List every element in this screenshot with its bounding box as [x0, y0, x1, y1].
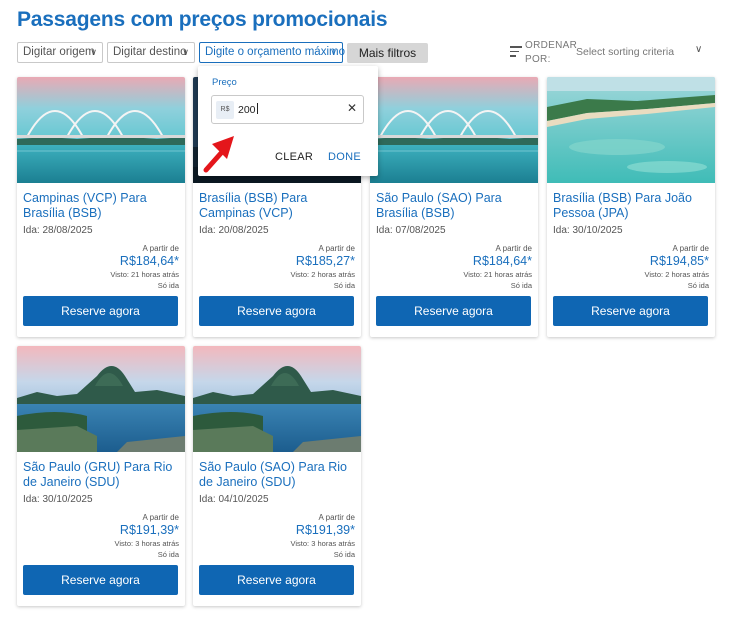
price-prefix: A partir de [318, 244, 355, 253]
price-value: R$184,64* [119, 254, 179, 268]
sort-icon [510, 46, 522, 57]
price-prefix: A partir de [672, 244, 709, 253]
price-value: R$194,85* [649, 254, 709, 268]
destination-image [193, 346, 361, 452]
seen-time: Visto: 3 horas atrás [290, 539, 355, 548]
trip-type: Só ida [687, 281, 709, 290]
destination-filter-label: Digitar destino [113, 46, 187, 58]
trip-type: Só ida [333, 281, 355, 290]
price-prefix: A partir de [142, 513, 179, 522]
deal-card: Brasília (BSB) Para João Pessoa (JPA) Ida… [547, 77, 715, 337]
departure-date: Ida: 28/08/2025 [23, 225, 93, 236]
price-prefix: A partir de [495, 244, 532, 253]
chevron-down-icon: ∨ [90, 47, 97, 57]
text-caret [256, 103, 258, 114]
price-input-value: 200 [238, 104, 256, 116]
reserve-button[interactable]: Reserve agora [23, 565, 178, 595]
seen-time: Visto: 2 horas atrás [290, 270, 355, 279]
seen-time: Visto: 2 horas atrás [644, 270, 709, 279]
origin-filter-label: Digitar origem [23, 46, 95, 58]
deal-card: São Paulo (SAO) Para Brasília (BSB) Ida: … [370, 77, 538, 337]
price-label: Preço [212, 77, 237, 88]
seen-time: Visto: 21 horas atrás [110, 270, 179, 279]
price-value: R$191,39* [295, 523, 355, 537]
budget-filter[interactable]: Digite o orçamento máximo ∨ [199, 42, 345, 63]
page-title: Passagens com preços promocionais [17, 8, 388, 31]
departure-date: Ida: 30/10/2025 [23, 494, 93, 505]
deal-card: Campinas (VCP) Para Brasília (BSB) Ida: 2… [17, 77, 185, 337]
chevron-down-icon: ∨ [182, 47, 189, 57]
destination-filter[interactable]: Digitar destino ∨ [107, 42, 195, 63]
clear-button[interactable]: CLEAR [275, 151, 313, 163]
route-title[interactable]: Brasília (BSB) Para Campinas (VCP) [199, 191, 357, 221]
price-prefix: A partir de [142, 244, 179, 253]
price-input[interactable]: R$ 200 ✕ [211, 95, 364, 124]
trip-type: Só ida [333, 550, 355, 559]
price-value: R$185,27* [295, 254, 355, 268]
budget-filter-label: Digite o orçamento máximo [205, 46, 345, 58]
chevron-down-icon[interactable]: ∨ [695, 44, 702, 55]
route-title[interactable]: São Paulo (SAO) Para Rio de Janeiro (SDU… [199, 460, 357, 490]
price-value: R$191,39* [119, 523, 179, 537]
departure-date: Ida: 20/08/2025 [199, 225, 269, 236]
trip-type: Só ida [157, 550, 179, 559]
route-title[interactable]: São Paulo (SAO) Para Brasília (BSB) [376, 191, 534, 221]
destination-image [17, 346, 185, 452]
seen-time: Visto: 3 horas atrás [114, 539, 179, 548]
destination-image [547, 77, 715, 183]
reserve-button[interactable]: Reserve agora [23, 296, 178, 326]
price-prefix: A partir de [318, 513, 355, 522]
reserve-button[interactable]: Reserve agora [199, 296, 354, 326]
currency-badge: R$ [216, 101, 234, 119]
origin-filter[interactable]: Digitar origem ∨ [17, 42, 103, 63]
seen-time: Visto: 21 horas atrás [463, 270, 532, 279]
price-value: R$184,64* [472, 254, 532, 268]
chevron-down-icon: ∨ [330, 47, 337, 57]
departure-date: Ida: 30/10/2025 [553, 225, 623, 236]
price-input-value-wrap: 200 [238, 103, 258, 116]
sort-label: ORDENAR POR: [525, 40, 578, 65]
annotation-arrow-icon [203, 136, 234, 173]
departure-date: Ida: 04/10/2025 [199, 494, 269, 505]
route-title[interactable]: Campinas (VCP) Para Brasília (BSB) [23, 191, 181, 221]
destination-image [17, 77, 185, 183]
deal-card: São Paulo (SAO) Para Rio de Janeiro (SDU… [193, 346, 361, 606]
deal-card: São Paulo (GRU) Para Rio de Janeiro (SDU… [17, 346, 185, 606]
reserve-button[interactable]: Reserve agora [376, 296, 531, 326]
close-icon[interactable]: ✕ [347, 101, 357, 115]
departure-date: Ida: 07/08/2025 [376, 225, 446, 236]
reserve-button[interactable]: Reserve agora [199, 565, 354, 595]
reserve-button[interactable]: Reserve agora [553, 296, 708, 326]
trip-type: Só ida [510, 281, 532, 290]
route-title[interactable]: Brasília (BSB) Para João Pessoa (JPA) [553, 191, 711, 221]
sort-select[interactable]: Select sorting criteria [576, 46, 674, 58]
done-button[interactable]: DONE [328, 151, 361, 163]
trip-type: Só ida [157, 281, 179, 290]
route-title[interactable]: São Paulo (GRU) Para Rio de Janeiro (SDU… [23, 460, 181, 490]
more-filters-button[interactable]: Mais filtros [347, 43, 428, 63]
destination-image [370, 77, 538, 183]
